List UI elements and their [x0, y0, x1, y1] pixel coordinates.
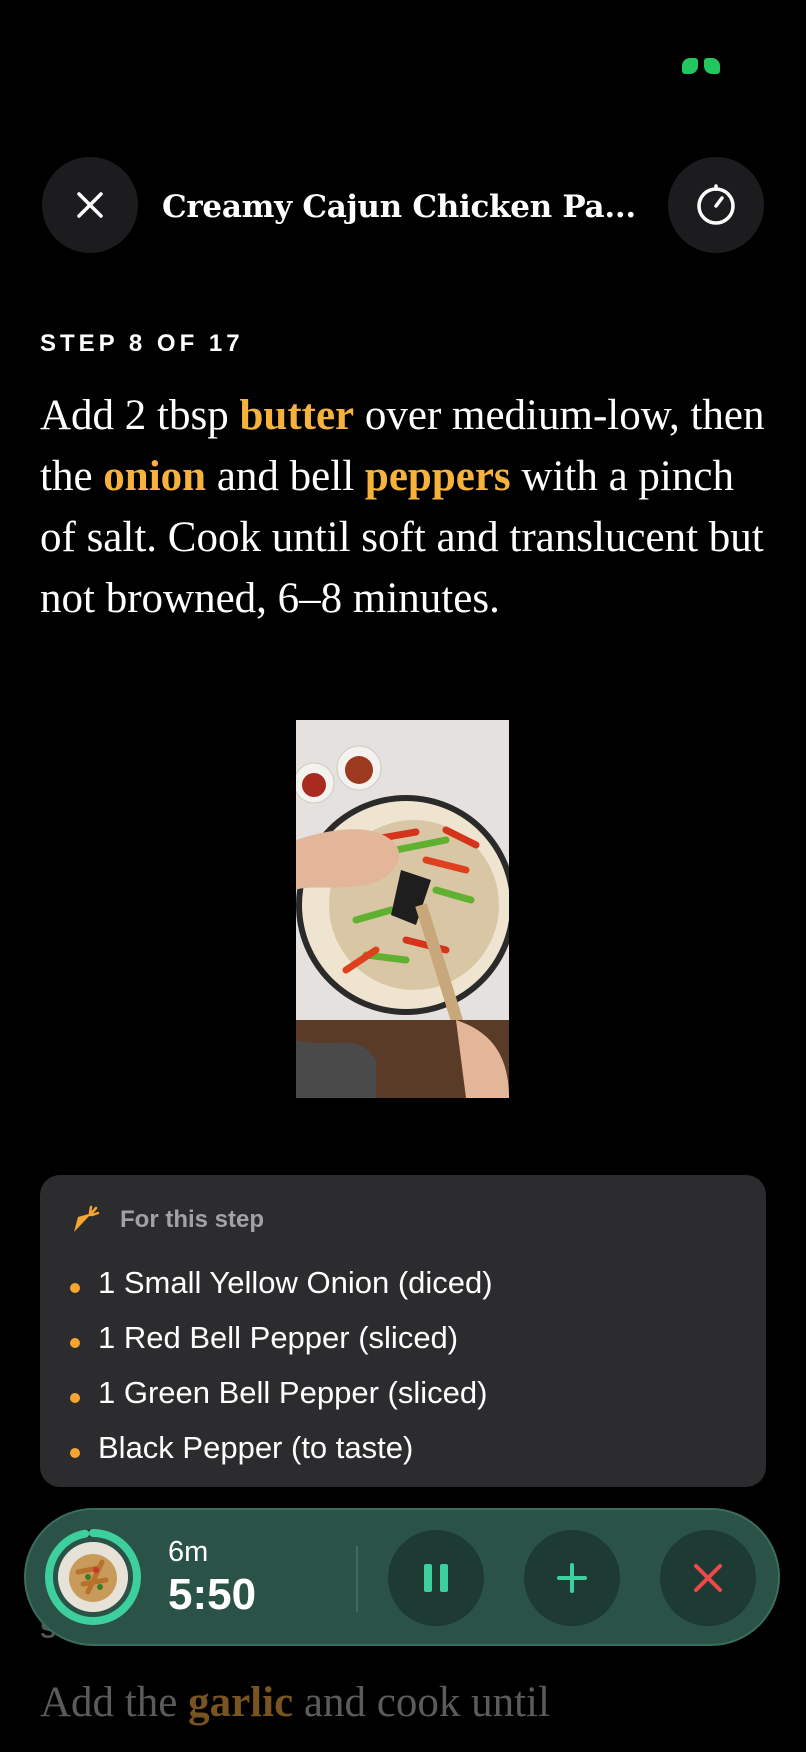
step-instruction: Add 2 tbsp butter over medium-low, then … — [40, 385, 770, 629]
ingredient-item: 1 Red Bell Pepper (sliced) — [70, 1310, 493, 1365]
ingredients-card: For this step 1 Small Yellow Onion (dice… — [40, 1175, 766, 1487]
close-button[interactable] — [42, 157, 138, 253]
close-icon — [694, 1564, 722, 1592]
stop-timer-button[interactable] — [660, 1530, 756, 1626]
close-icon — [77, 192, 103, 218]
ingredient-text: 1 Green Bell Pepper (sliced) — [98, 1374, 488, 1410]
next-step-text: Add the — [40, 1679, 189, 1726]
recipe-thumbnail — [58, 1542, 128, 1612]
divider — [356, 1546, 358, 1612]
plus-icon — [557, 1563, 587, 1593]
bullet-dot — [70, 1447, 80, 1458]
pause-timer-button[interactable] — [388, 1530, 484, 1626]
ingredient-item: 1 Green Bell Pepper (sliced) — [70, 1365, 493, 1420]
bullet-dot — [70, 1392, 80, 1403]
step-photo — [296, 720, 509, 1098]
status-indicator — [682, 56, 728, 76]
status-dot-right — [704, 58, 720, 74]
bullet-dot — [70, 1282, 80, 1293]
ingredient-highlight-onion[interactable]: onion — [103, 453, 206, 500]
ingredients-card-header: For this step — [70, 1205, 264, 1235]
add-time-button[interactable] — [524, 1530, 620, 1626]
ingredients-card-title: For this step — [120, 1206, 265, 1233]
ingredient-highlight-peppers[interactable]: peppers — [365, 453, 511, 500]
timer-remaining: 5:50 — [168, 1570, 257, 1619]
ingredient-text: 1 Red Bell Pepper (sliced) — [98, 1319, 459, 1355]
ingredient-highlight-garlic: garlic — [188, 1679, 294, 1726]
recipe-title: Creamy Cajun Chicken Pa... — [162, 189, 636, 225]
ingredient-item: Black Pepper (to taste) — [70, 1420, 493, 1475]
timer-total-duration: 6m — [168, 1536, 209, 1568]
ingredient-highlight-butter[interactable]: butter — [239, 392, 354, 439]
status-dot-left — [682, 58, 698, 74]
active-timer-bar[interactable]: 6m 5:50 — [24, 1508, 780, 1646]
instruction-text: Add 2 tbsp — [40, 392, 240, 439]
instruction-text: and bell — [206, 453, 365, 500]
ingredient-item: 1 Small Yellow Onion (diced) — [70, 1255, 493, 1310]
step-label: STEP 8 OF 17 — [40, 330, 244, 357]
ingredient-list: 1 Small Yellow Onion (diced) 1 Red Bell … — [70, 1255, 493, 1475]
pause-icon — [424, 1564, 448, 1592]
carrot-icon — [74, 1205, 100, 1232]
ingredient-text: Black Pepper (to taste) — [98, 1429, 414, 1465]
timer-button[interactable] — [668, 157, 764, 253]
bullet-dot — [70, 1337, 80, 1348]
timer-icon — [697, 184, 735, 225]
next-step-text: and cook until — [293, 1679, 550, 1726]
ingredient-text: 1 Small Yellow Onion (diced) — [98, 1264, 493, 1300]
next-step-preview[interactable]: Add the garlic and cook until — [40, 1672, 770, 1733]
